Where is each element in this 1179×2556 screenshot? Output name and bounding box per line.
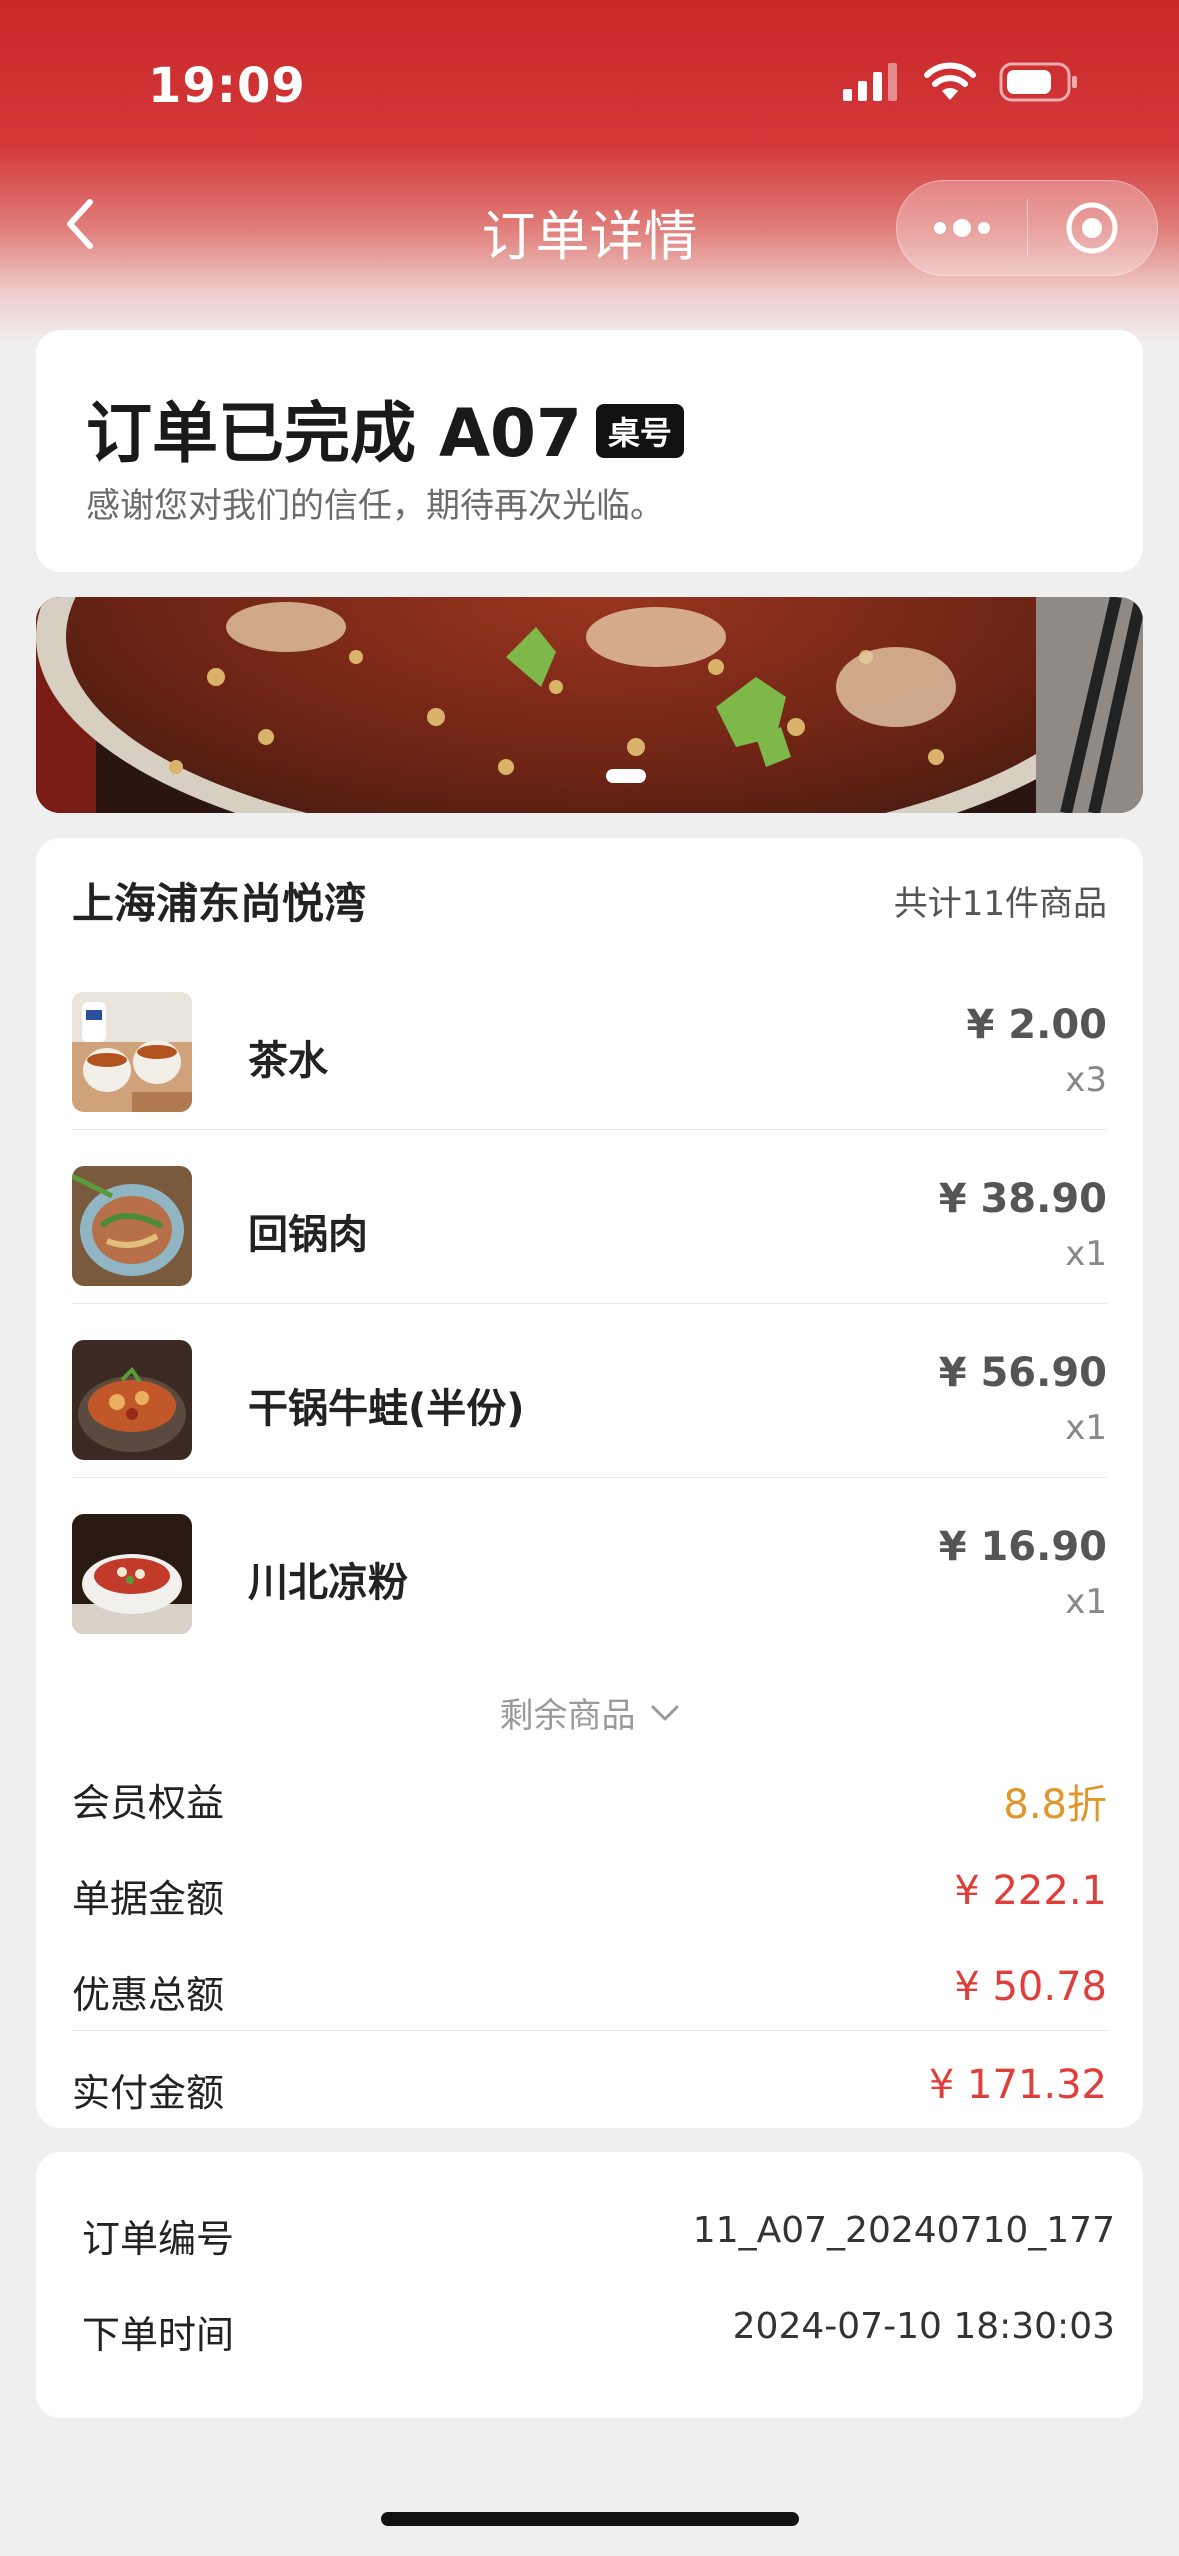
item-name: 茶水: [248, 1038, 328, 1084]
status-bar: 19:09: [0, 0, 1179, 170]
mini-program-capsule: [896, 180, 1158, 276]
item-quantity: x3: [1065, 1060, 1107, 1100]
summary-divider: [72, 2030, 1107, 2031]
item-thumbnail: [72, 1340, 192, 1460]
status-time: 19:09: [148, 58, 306, 114]
item-thumbnail: [72, 1514, 192, 1634]
item-name: 回锅肉: [248, 1212, 368, 1258]
tea-image: [72, 992, 192, 1112]
bill-amount-value: ¥ 222.1: [954, 1868, 1107, 1914]
member-benefit-label: 会员权益: [72, 1781, 225, 1825]
dry-pot-bullfrog-image: [72, 1340, 192, 1460]
order-number-row: 订单编号 11_A07_20240710_177: [82, 2192, 1115, 2272]
item-price: ¥ 16.90: [938, 1524, 1107, 1570]
navigation-bar: 订单详情: [0, 172, 1179, 282]
order-item-row[interactable]: 川北凉粉 ¥ 16.90 x1: [72, 1478, 1107, 1652]
order-status-subtitle: 感谢您对我们的信任，期待再次光临。: [86, 486, 664, 526]
bill-amount-label: 单据金额: [72, 1877, 225, 1921]
promo-banner[interactable]: [36, 597, 1143, 813]
chevron-down-icon: [651, 1705, 678, 1720]
order-status-card: 订单已完成 A07 桌号 感谢您对我们的信任，期待再次光临。: [36, 330, 1143, 572]
chuanbei-jelly-noodles-image: [72, 1514, 192, 1634]
order-item-row[interactable]: 茶水 ¥ 2.00 x3: [72, 956, 1107, 1130]
battery-icon: [999, 62, 1077, 102]
order-time-value: 2024-07-10 18:30:03: [732, 2306, 1115, 2347]
item-thumbnail: [72, 992, 192, 1112]
order-items-card: 上海浦东尚悦湾 共计11件商品 茶水 ¥ 2.00 x3 回锅肉 ¥ 38.90…: [36, 838, 1143, 2128]
order-info-card: 订单编号 11_A07_20240710_177 下单时间 2024-07-10…: [36, 2152, 1143, 2418]
discount-total-label: 优惠总额: [72, 1973, 225, 2017]
show-remaining-items-button[interactable]: 剩余商品: [36, 1688, 1143, 1737]
order-item-row[interactable]: 回锅肉 ¥ 38.90 x1: [72, 1130, 1107, 1304]
status-icons: [843, 62, 1079, 102]
order-status-title: 订单已完成 A07: [86, 395, 582, 472]
paid-amount-row: 实付金额 ¥ 171.32: [72, 2038, 1107, 2134]
close-mini-program-button[interactable]: [1027, 180, 1157, 276]
twice-cooked-pork-image: [72, 1166, 192, 1286]
member-benefit-row: 会员权益 8.8折: [72, 1748, 1107, 1844]
more-dots-icon: [933, 219, 990, 237]
item-name: 川北凉粉: [248, 1560, 408, 1606]
table-number-badge: 桌号: [595, 404, 684, 458]
banner-page-indicator: [606, 769, 646, 783]
paid-amount-value: ¥ 171.32: [928, 2062, 1107, 2108]
hotpot-food-image: [36, 597, 1143, 813]
store-name: 上海浦东尚悦湾: [72, 879, 367, 928]
item-name: 干锅牛蛙(半份): [248, 1386, 525, 1432]
discount-total-row: 优惠总额 ¥ 50.78: [72, 1940, 1107, 2036]
item-thumbnail: [72, 1166, 192, 1286]
cellular-signal-icon: [843, 63, 897, 101]
order-number-label: 订单编号: [82, 2217, 235, 2261]
item-quantity: x1: [1065, 1582, 1107, 1622]
item-price: ¥ 38.90: [938, 1176, 1107, 1222]
home-indicator[interactable]: [381, 2512, 799, 2526]
member-benefit-value: 8.8折: [1003, 1782, 1107, 1828]
order-status-title-row: 订单已完成 A07 桌号: [86, 380, 684, 476]
bill-amount-row: 单据金额 ¥ 222.1: [72, 1844, 1107, 1940]
wifi-icon: [924, 62, 976, 100]
order-item-row[interactable]: 干锅牛蛙(半份) ¥ 56.90 x1: [72, 1304, 1107, 1478]
discount-total-value: ¥ 50.78: [954, 1964, 1107, 2010]
order-number-value[interactable]: 11_A07_20240710_177: [693, 2210, 1115, 2251]
paid-amount-label: 实付金额: [72, 2071, 225, 2115]
target-circle-icon: [1066, 202, 1118, 254]
item-count: 共计11件商品: [893, 884, 1107, 924]
order-time-row: 下单时间 2024-07-10 18:30:03: [82, 2288, 1115, 2368]
item-quantity: x1: [1065, 1408, 1107, 1448]
item-price: ¥ 2.00: [966, 1002, 1107, 1048]
item-quantity: x1: [1065, 1234, 1107, 1274]
order-time-label: 下单时间: [82, 2313, 235, 2357]
remaining-items-label: 剩余商品: [499, 1696, 636, 1736]
more-menu-button[interactable]: [897, 180, 1027, 276]
item-price: ¥ 56.90: [938, 1350, 1107, 1396]
